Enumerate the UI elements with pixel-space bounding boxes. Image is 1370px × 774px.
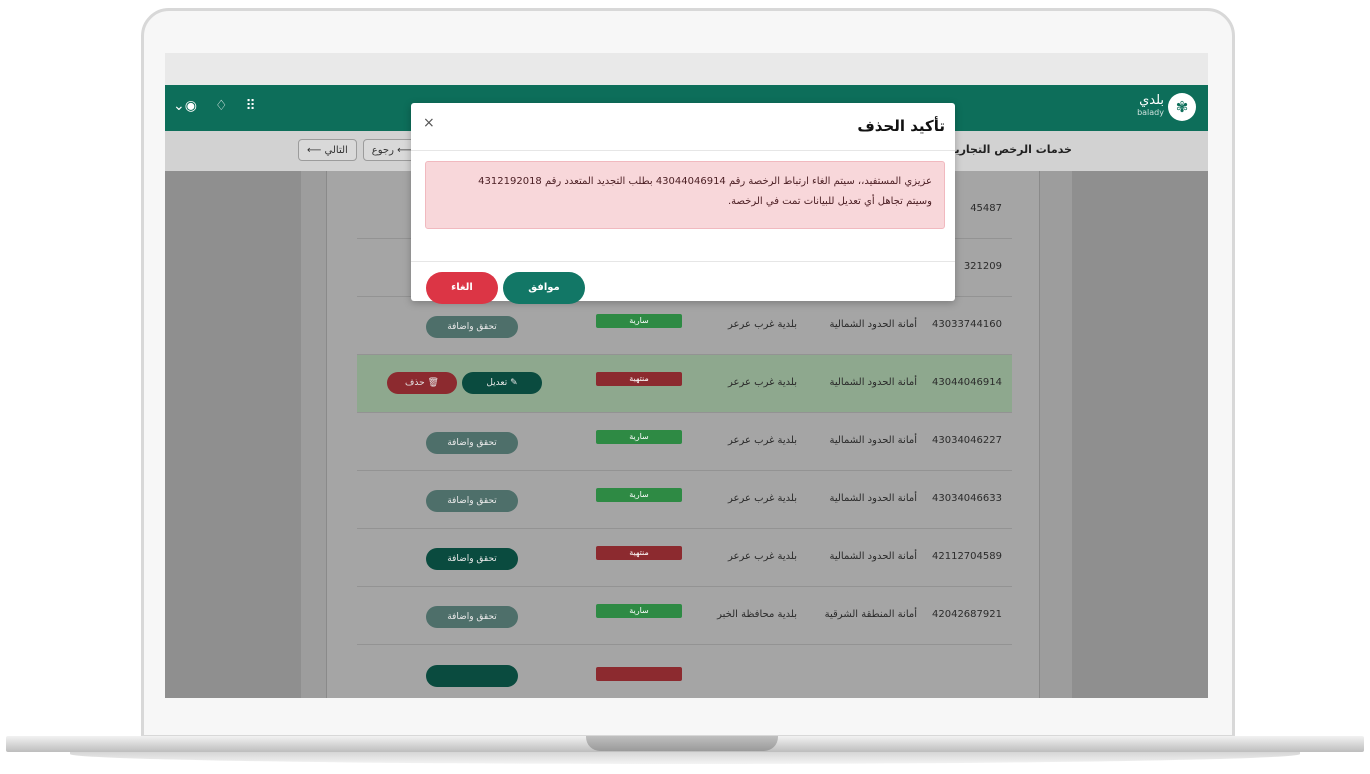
laptop-base <box>0 736 1370 774</box>
next-label: التالي <box>324 144 348 156</box>
arrow-left-icon: ⟵ <box>307 144 325 156</box>
ok-button[interactable]: موافق <box>503 272 585 304</box>
status-badge: منتهية <box>596 372 682 386</box>
delete-button[interactable]: 🗑 حذف <box>387 372 457 394</box>
license-number: 43044046914 <box>932 377 1002 388</box>
edit-button[interactable]: ✎ تعديل <box>462 372 542 394</box>
nav-buttons: ⟵ رجوع التالي ⟵ <box>298 139 421 161</box>
status-badge: سارية <box>596 314 682 328</box>
alert-message-line2: وسيتم تجاهل أي تعديل للبيانات تمت في الر… <box>727 196 932 207</box>
verify-add-button[interactable]: تحقق واضافة <box>426 548 518 570</box>
trash-icon: 🗑 <box>424 378 439 388</box>
modal-header: تأكيد الحذف × <box>411 103 955 151</box>
laptop-base-shadow <box>70 752 1300 764</box>
arrow-right-icon: ⟵ <box>393 144 412 156</box>
bell-icon[interactable]: ♢ <box>215 98 228 114</box>
verify-add-button[interactable]: تحقق واضافة <box>426 490 518 512</box>
table-row: 42112704589 أمانة الحدود الشمالية بلدية … <box>357 529 1012 587</box>
amana-name: أمانة الحدود الشمالية <box>829 319 918 330</box>
license-number: 43034046633 <box>932 493 1002 504</box>
amana-name: أمانة الحدود الشمالية <box>829 493 918 504</box>
user-icon[interactable]: ⌄◉ <box>173 98 197 114</box>
top-icons: ⌄◉ ♢ ⠿ <box>173 98 256 114</box>
palm-logo-icon: ✾ <box>1168 93 1196 121</box>
table-row <box>357 645 1012 698</box>
amana-name: أمانة الحدود الشمالية <box>829 551 918 562</box>
apps-grid-icon[interactable]: ⠿ <box>246 98 256 114</box>
close-icon[interactable]: × <box>423 115 435 131</box>
license-number: 45487 <box>970 203 1002 214</box>
baladiya-name: بلدية غرب عرعر <box>728 435 797 446</box>
back-label: رجوع <box>371 144 394 156</box>
license-number: 321209 <box>963 261 1002 272</box>
backdrop-left <box>165 171 301 698</box>
logo-title: بلدي <box>1139 93 1164 108</box>
baladiya-name: بلدية غرب عرعر <box>728 551 797 562</box>
status-badge: سارية <box>596 430 682 444</box>
table-row: 43034046633 أمانة الحدود الشمالية بلدية … <box>357 471 1012 529</box>
warning-alert: عزيزي المستفيد،، سيتم الغاء ارتباط الرخص… <box>425 161 945 229</box>
verify-add-button[interactable]: تحقق واضافة <box>426 316 518 338</box>
table-row: 43034046227 أمانة الحدود الشمالية بلدية … <box>357 413 1012 471</box>
amana-name: أمانة المنطقة الشرقية <box>824 609 917 620</box>
table-row: 42042687921 أمانة المنطقة الشرقية بلدية … <box>357 587 1012 645</box>
laptop-notch <box>586 736 778 751</box>
amana-name: أمانة الحدود الشمالية <box>829 435 918 446</box>
verify-add-button[interactable] <box>426 665 518 687</box>
table-row: 43033744160 أمانة الحدود الشمالية بلدية … <box>357 297 1012 355</box>
license-number: 42042687921 <box>932 609 1002 620</box>
license-number: 43033744160 <box>932 319 1002 330</box>
status-badge: سارية <box>596 604 682 618</box>
logo[interactable]: ✾ بلدي balady <box>1137 93 1196 121</box>
confirm-delete-modal: تأكيد الحذف × عزيزي المستفيد،، سيتم الغا… <box>411 103 955 304</box>
delete-label: حذف <box>405 378 425 388</box>
screen: ⌄◉ ♢ ⠿ ✾ بلدي balady خدمات الرخص التجاري… <box>165 53 1208 698</box>
baladiya-name: بلدية غرب عرعر <box>728 493 797 504</box>
verify-add-button[interactable]: تحقق واضافة <box>426 606 518 628</box>
backdrop-right <box>1072 171 1208 698</box>
license-number: 43034046227 <box>932 435 1002 446</box>
alert-message-line1: عزيزي المستفيد،، سيتم الغاء ارتباط الرخص… <box>478 176 932 187</box>
amana-name: أمانة الحدود الشمالية <box>829 377 918 388</box>
status-badge: منتهية <box>596 546 682 560</box>
baladiya-name: بلدية محافظة الخبر <box>717 609 797 620</box>
edit-label: تعديل <box>486 378 508 388</box>
license-number: 42112704589 <box>932 551 1002 562</box>
verify-add-button[interactable]: تحقق واضافة <box>426 432 518 454</box>
edit-icon: ✎ <box>507 378 518 388</box>
next-button[interactable]: التالي ⟵ <box>298 139 357 161</box>
status-badge <box>596 667 682 681</box>
cancel-button[interactable]: الغاء <box>426 272 498 304</box>
modal-title: تأكيد الحذف <box>857 117 945 135</box>
baladiya-name: بلدية غرب عرعر <box>728 377 797 388</box>
logo-text: بلدي balady <box>1137 93 1164 119</box>
logo-subtitle: balady <box>1137 108 1164 117</box>
baladiya-name: بلدية غرب عرعر <box>728 319 797 330</box>
table-row-selected: 43044046914 أمانة الحدود الشمالية بلدية … <box>357 355 1012 413</box>
status-badge: سارية <box>596 488 682 502</box>
